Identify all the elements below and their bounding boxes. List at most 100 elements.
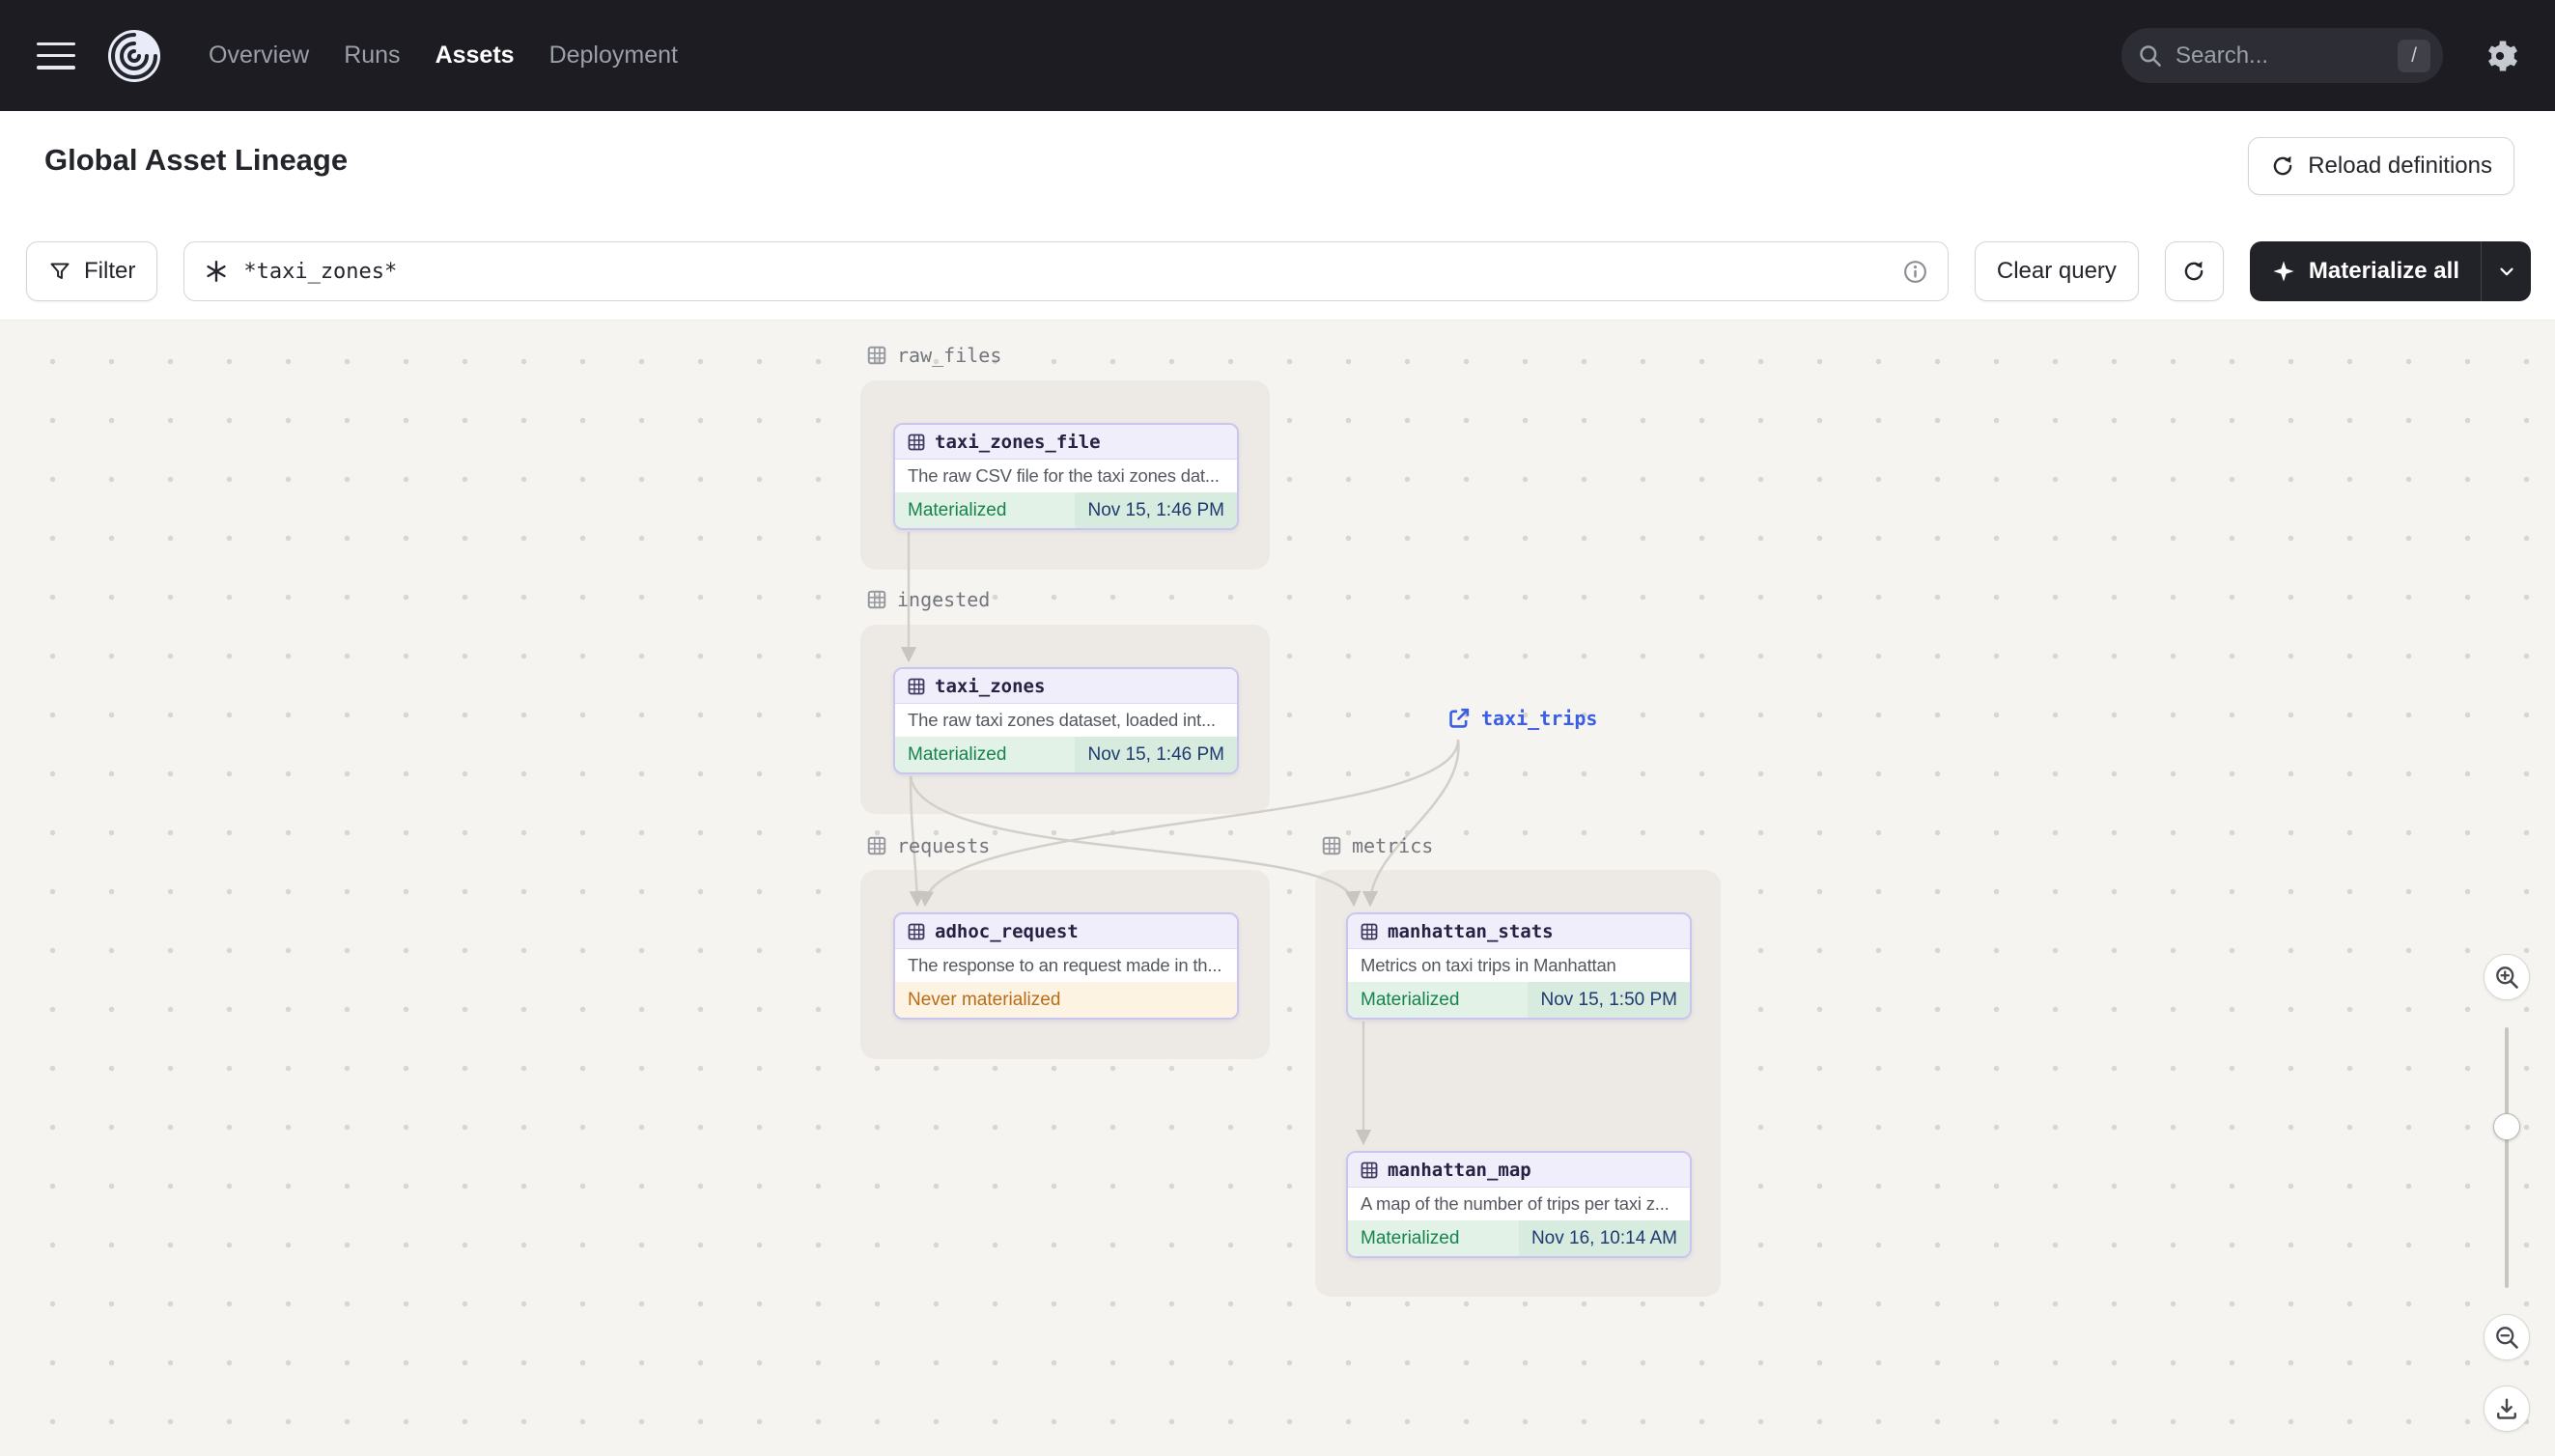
asset-description: The raw CSV file for the taxi zones dat.… — [908, 465, 1220, 486]
asset-description: The response to an request made in th... — [908, 955, 1222, 975]
asset-selection-input[interactable]: *taxi_zones* — [183, 241, 1949, 301]
asset-name: manhattan_stats — [1388, 920, 1554, 942]
asset-node-header: manhattan_stats — [1348, 914, 1690, 949]
asset-node-header: taxi_zones_file — [895, 425, 1237, 460]
zoom-slider[interactable] — [2505, 1027, 2509, 1288]
search-input[interactable]: Search... / — [2121, 28, 2443, 83]
asset-name: manhattan_map — [1388, 1159, 1531, 1181]
primary-nav: Overview Runs Assets Deployment — [209, 42, 678, 70]
table-icon — [908, 923, 925, 939]
asset-node-adhoc-request[interactable]: adhoc_request The response to an request… — [893, 912, 1239, 1020]
search-shortcut-key: / — [2398, 39, 2430, 72]
materialization-status: Materialized — [908, 499, 1007, 520]
table-icon — [1361, 923, 1378, 939]
zoom-out-button[interactable] — [2484, 1314, 2530, 1360]
gear-icon — [2488, 40, 2517, 71]
refresh-icon — [2273, 155, 2292, 176]
dagster-logo[interactable] — [106, 28, 162, 84]
materialize-all-label: Materialize all — [2308, 258, 2459, 284]
table-icon — [908, 434, 925, 450]
group-label-requests[interactable]: requests — [866, 830, 990, 861]
refresh-graph-button[interactable] — [2164, 241, 2224, 301]
asset-status-bar: Materialized Nov 15, 1:46 PM — [895, 492, 1237, 528]
settings-button[interactable] — [2482, 38, 2518, 74]
asset-status-bar: Materialized Nov 15, 1:46 PM — [895, 737, 1237, 772]
materialization-status: Never materialized — [908, 989, 1061, 1010]
materialize-options-button[interactable] — [2481, 241, 2531, 301]
download-icon — [2497, 1398, 2516, 1419]
page-header-section: Global Asset Lineage Reload definitions … — [0, 111, 2555, 320]
asset-node-header: manhattan_map — [1348, 1153, 1690, 1188]
materialize-all-button[interactable]: Materialize all — [2250, 241, 2481, 301]
lineage-canvas[interactable]: raw_files ingested requests metrics taxi… — [0, 320, 2555, 1456]
asset-description: The raw taxi zones dataset, loaded int..… — [908, 710, 1216, 730]
download-view-button[interactable] — [2484, 1386, 2530, 1432]
group-name: metrics — [1352, 834, 1434, 857]
materialization-status: Materialized — [1361, 989, 1460, 1010]
asset-description: Metrics on taxi trips in Manhattan — [1361, 955, 1616, 975]
zoom-slider-handle[interactable] — [2493, 1113, 2520, 1140]
materialize-all-split-button: Materialize all — [2249, 241, 2531, 301]
group-name: raw_files — [897, 344, 1002, 367]
nav-overview[interactable]: Overview — [209, 42, 309, 70]
nav-deployment[interactable]: Deployment — [549, 42, 678, 70]
group-label-ingested[interactable]: ingested — [866, 584, 990, 615]
clear-query-label: Clear query — [1996, 258, 2117, 284]
chevron-down-icon — [2499, 267, 2513, 276]
materialization-timestamp: Nov 15, 1:46 PM — [1075, 492, 1237, 528]
group-label-metrics[interactable]: metrics — [1321, 830, 1433, 861]
table-icon — [1361, 1162, 1378, 1178]
zoom-in-button[interactable] — [2484, 954, 2530, 1000]
search-placeholder: Search... — [2176, 42, 2269, 69]
info-icon[interactable] — [1902, 259, 1928, 285]
sparkle-icon — [2273, 261, 2294, 282]
asset-status-bar: Materialized Nov 15, 1:50 PM — [1348, 982, 1690, 1018]
external-asset-name: taxi_trips — [1481, 707, 1598, 730]
lineage-toolbar: Filter *taxi_zones* Clear query Material… — [26, 241, 2531, 301]
asset-node-taxi-zones-file[interactable]: taxi_zones_file The raw CSV file for the… — [893, 423, 1239, 530]
page-title: Global Asset Lineage — [44, 143, 349, 177]
asset-node-manhattan-stats[interactable]: manhattan_stats Metrics on taxi trips in… — [1346, 912, 1692, 1020]
menu-icon[interactable] — [37, 42, 75, 70]
group-name: requests — [897, 834, 991, 857]
filter-label: Filter — [84, 258, 136, 284]
materialization-timestamp: Nov 15, 1:46 PM — [1075, 737, 1237, 772]
zoom-out-icon — [2496, 1327, 2518, 1349]
asset-node-header: adhoc_request — [895, 914, 1237, 949]
group-icon — [867, 836, 886, 855]
external-asset-taxi-trips[interactable]: taxi_trips — [1446, 706, 1597, 731]
asset-node-taxi-zones[interactable]: taxi_zones The raw taxi zones dataset, l… — [893, 667, 1239, 774]
open-in-new-icon — [1449, 708, 1470, 728]
materialization-timestamp: Nov 15, 1:50 PM — [1528, 982, 1690, 1018]
group-icon — [1322, 836, 1341, 855]
group-icon — [867, 590, 886, 609]
refresh-icon — [2185, 261, 2204, 281]
asset-selection-value: *taxi_zones* — [243, 259, 398, 284]
top-navbar: Overview Runs Assets Deployment Search..… — [0, 0, 2555, 111]
clear-query-button[interactable]: Clear query — [1974, 241, 2139, 301]
asset-name: taxi_zones — [935, 675, 1046, 697]
materialization-status: Materialized — [908, 743, 1007, 765]
asset-description: A map of the number of trips per taxi z.… — [1361, 1193, 1670, 1214]
asset-name: adhoc_request — [935, 920, 1079, 942]
table-icon — [908, 678, 925, 694]
reload-definitions-button[interactable]: Reload definitions — [2248, 137, 2514, 195]
nav-assets[interactable]: Assets — [435, 42, 515, 70]
asset-node-header: taxi_zones — [895, 669, 1237, 704]
asset-name: taxi_zones_file — [935, 431, 1101, 453]
asset-status-bar: Never materialized — [895, 982, 1237, 1018]
asset-node-manhattan-map[interactable]: manhattan_map A map of the number of tri… — [1346, 1151, 1692, 1258]
asset-status-bar: Materialized Nov 16, 10:14 AM — [1348, 1220, 1690, 1256]
reload-definitions-label: Reload definitions — [2308, 153, 2492, 179]
nav-runs[interactable]: Runs — [344, 42, 400, 70]
filter-button[interactable]: Filter — [26, 241, 158, 301]
materialization-timestamp: Nov 16, 10:14 AM — [1518, 1220, 1690, 1256]
group-icon — [867, 346, 886, 365]
group-name: ingested — [897, 588, 991, 611]
op-selector-icon — [207, 261, 226, 282]
group-label-raw-files[interactable]: raw_files — [866, 340, 1001, 371]
search-icon — [2140, 45, 2161, 67]
lineage-edges — [900, 532, 1460, 1146]
zoom-in-icon — [2496, 966, 2518, 989]
materialization-status: Materialized — [1361, 1227, 1460, 1248]
